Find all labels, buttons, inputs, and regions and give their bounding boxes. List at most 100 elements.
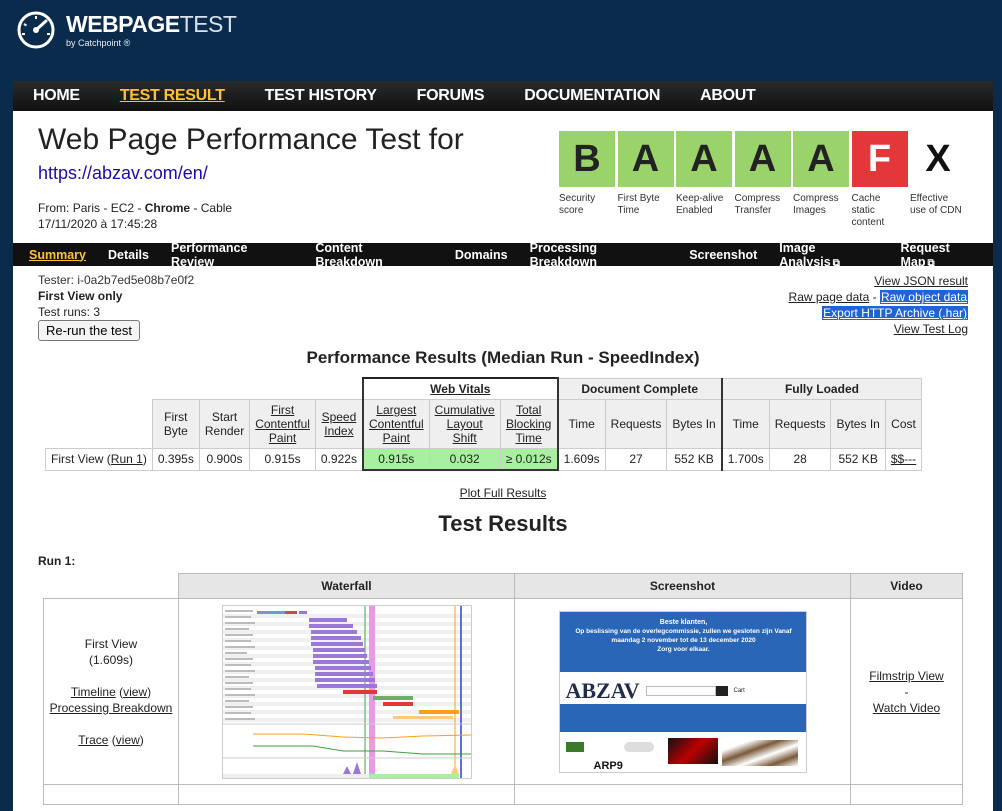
external-link-icon: ⧉: [832, 257, 840, 269]
value-doc-bytes: 552 KB: [666, 448, 723, 471]
timeline-view-link[interactable]: view: [123, 685, 147, 699]
col-cls: Cumulative Layout Shift: [428, 399, 501, 449]
tbt-link[interactable]: Total Blocking Time: [506, 403, 551, 445]
grade-badge: A: [676, 131, 732, 187]
fcp-link[interactable]: First Contentful Paint: [255, 403, 310, 445]
speed-index-link[interactable]: Speed Index: [322, 410, 357, 438]
grade-badge: A: [617, 131, 674, 187]
table-row: [43, 784, 963, 805]
value-full-time: 1.700s: [721, 448, 770, 471]
waterfall-header: Waterfall: [178, 573, 515, 599]
tester-id: Tester: i-0a2b7ed5e08b7e0f2: [38, 273, 195, 287]
tab-processing-breakdown[interactable]: Processing Breakdown: [530, 241, 668, 269]
value-full-requests: 28: [768, 448, 832, 471]
cost-link[interactable]: $$---: [891, 452, 916, 466]
grade-summary: B Security score A First Byte Time A Keep-…: [559, 131, 969, 229]
nav-test-history[interactable]: TEST HISTORY: [265, 87, 377, 105]
waterfall-thumbnail[interactable]: [221, 604, 472, 779]
watch-video-link[interactable]: Watch Video: [873, 701, 940, 715]
first-view-time: (1.609s): [88, 652, 134, 667]
tab-domains[interactable]: Domains: [455, 248, 508, 262]
brand-logo-area[interactable]: WEBPAGETEST by Catchpoint ®: [16, 8, 237, 52]
main-content: Web Page Performance Test for https://ab…: [13, 111, 993, 811]
col-full-bytes: Bytes In: [830, 399, 886, 449]
tab-content-breakdown[interactable]: Content Breakdown: [315, 241, 432, 269]
grade-badge: X: [910, 131, 966, 187]
raw-object-data-link[interactable]: Raw object data: [879, 290, 968, 304]
nav-documentation[interactable]: DOCUMENTATION: [524, 87, 660, 105]
tab-screenshot[interactable]: Screenshot: [689, 248, 757, 262]
screenshot-thumbnail[interactable]: Beste klanten, Op beslissing van de over…: [558, 610, 807, 773]
export-har-link[interactable]: Export HTTP Archive (.har): [822, 306, 968, 320]
table-cell: [43, 784, 179, 805]
screenshot-cell: Beste klanten, Op beslissing van de over…: [514, 598, 851, 785]
search-icon: [715, 685, 728, 696]
result-tabs: Summary Details Performance Review Conte…: [13, 241, 993, 269]
rerun-test-button[interactable]: Re-run the test: [38, 320, 140, 341]
tab-image-analysis[interactable]: Image Analysis ⧉: [779, 241, 878, 269]
grade-badge: A: [734, 131, 791, 187]
grade-first-byte[interactable]: A First Byte Time: [617, 131, 674, 229]
nav-test-result[interactable]: TEST RESULT: [120, 87, 225, 105]
screenshot-rifles-image: [721, 739, 798, 766]
grade-label: Compress Transfer: [734, 193, 781, 216]
nav-home[interactable]: HOME: [33, 87, 80, 105]
tested-url-link[interactable]: https://abzav.com/en/: [38, 163, 208, 184]
tab-details[interactable]: Details: [108, 248, 149, 262]
grade-cdn[interactable]: X Effective use of CDN: [910, 131, 966, 229]
grade-label: Effective use of CDN: [910, 193, 962, 216]
performance-results-title: Performance Results (Median Run - SpeedI…: [306, 348, 700, 367]
trace-view-link[interactable]: view: [116, 733, 140, 747]
brand-subtitle: by Catchpoint ®: [66, 37, 131, 48]
timeline-link[interactable]: Timeline: [71, 685, 116, 699]
page-title: Web Page Performance Test for: [38, 123, 464, 156]
col-first-byte: First Byte: [151, 399, 200, 449]
value-cls: 0.032: [428, 448, 501, 471]
nav-about[interactable]: ABOUT: [700, 87, 756, 105]
tab-performance-review[interactable]: Performance Review: [171, 241, 293, 269]
table-row: First View (1.609s) Timeline (view) Proc…: [43, 598, 963, 785]
row-label: First View (Run 1): [45, 448, 153, 471]
grade-compress-images[interactable]: A Compress Images: [793, 131, 849, 229]
grade-security[interactable]: B Security score: [559, 131, 615, 229]
run-1-link[interactable]: Run 1: [111, 452, 143, 466]
value-doc-requests: 27: [604, 448, 668, 471]
value-doc-time: 1.609s: [557, 448, 606, 471]
grade-badge: B: [559, 131, 615, 187]
table-row: First View (Run 1) 0.395s 0.900s 0.915s …: [45, 448, 923, 471]
view-test-log-link[interactable]: View Test Log: [894, 322, 968, 336]
nav-forums[interactable]: FORUMS: [417, 87, 485, 105]
raw-page-data-link[interactable]: Raw page data: [789, 290, 870, 304]
separator: -: [869, 290, 880, 304]
grade-compress-transfer[interactable]: A Compress Transfer: [734, 131, 791, 229]
web-vitals-link[interactable]: Web Vitals: [430, 382, 490, 396]
table-spacer: [45, 378, 363, 400]
plot-full-results: Plot Full Results: [13, 486, 993, 500]
screenshot-logo-2: [623, 741, 654, 752]
grade-label: Compress Images: [793, 193, 839, 216]
separator: -: [904, 684, 909, 699]
tab-request-map[interactable]: Request Map ⧉: [900, 241, 987, 269]
tab-summary[interactable]: Summary: [29, 248, 86, 262]
value-first-byte: 0.395s: [151, 448, 200, 471]
table-spacer: [44, 574, 179, 599]
cls-link[interactable]: Cumulative Layout Shift: [435, 403, 495, 445]
grade-cache-static[interactable]: F Cache static content: [851, 131, 908, 229]
value-tbt: ≥ 0.012s: [499, 448, 559, 471]
plot-full-results-link[interactable]: Plot Full Results: [460, 486, 547, 500]
screenshot-search: [645, 685, 716, 696]
gauge-icon: [17, 11, 55, 49]
processing-breakdown-link[interactable]: Processing Breakdown: [50, 701, 173, 715]
view-json-link[interactable]: View JSON result: [874, 274, 968, 288]
col-fcp: First Contentful Paint: [249, 399, 316, 449]
trace-link[interactable]: Trace: [78, 733, 108, 747]
screenshot-arp-logo: ARP9: [593, 759, 623, 772]
document-complete-header: Document Complete: [557, 377, 723, 400]
first-view-label: First View: [84, 636, 138, 651]
grade-keep-alive[interactable]: A Keep-alive Enabled: [676, 131, 732, 229]
table-spacer: [45, 399, 153, 449]
lcp-link[interactable]: Largest Contentful Paint: [369, 403, 424, 445]
col-start-render: Start Render: [198, 399, 251, 449]
filmstrip-view-link[interactable]: Filmstrip View: [869, 669, 943, 683]
col-tbt: Total Blocking Time: [499, 399, 559, 449]
